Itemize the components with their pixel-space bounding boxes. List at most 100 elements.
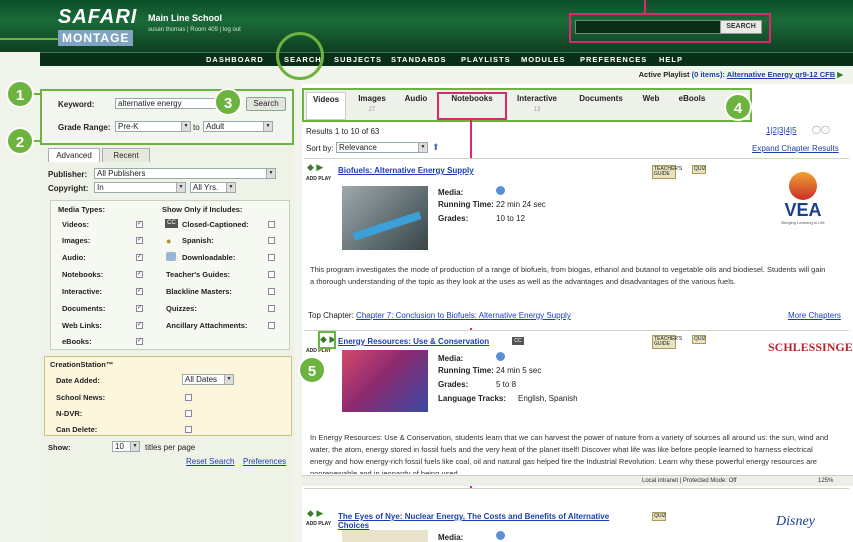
- filter-quizzes: Quizzes:: [166, 304, 197, 313]
- ndvr-checkbox[interactable]: [185, 410, 192, 417]
- media-tab-audio[interactable]: Audio: [398, 92, 434, 120]
- media-type-videos-checkbox[interactable]: ✓: [136, 221, 143, 228]
- logo-safari: SAFARI: [58, 6, 138, 28]
- chevron-down-icon: ▼: [176, 183, 185, 192]
- filter-quizzes-checkbox[interactable]: [268, 305, 275, 312]
- result-thumbnail[interactable]: [342, 530, 428, 542]
- result-title[interactable]: Energy Resources: Use & Conservation: [338, 337, 489, 346]
- keyword-label: Keyword:: [58, 100, 95, 109]
- cc-icon: CC: [512, 337, 524, 345]
- quiz-badge[interactable]: QUIZ: [692, 165, 706, 174]
- tab-advanced[interactable]: Advanced: [48, 148, 100, 162]
- filter-teachers-guides: Teacher's Guides:: [166, 270, 231, 279]
- pagination[interactable]: 1|2|3|4|5: [766, 126, 797, 135]
- filter-closed-captioned-checkbox[interactable]: [268, 221, 275, 228]
- sort-direction-icon[interactable]: ⬆: [432, 142, 440, 153]
- media-row: Media:: [438, 186, 505, 197]
- teachers-guide-badge[interactable]: TEACHER'S GUIDE: [652, 335, 682, 349]
- expand-chapters-link[interactable]: Expand Chapter Results: [752, 144, 839, 153]
- school-news-checkbox[interactable]: [185, 394, 192, 401]
- user-line[interactable]: susan thomas | Room 409 | log out: [148, 27, 241, 33]
- media-type-videos: Videos:: [62, 220, 89, 229]
- result-title[interactable]: The Eyes of Nye: Nuclear Energy, The Cos…: [338, 512, 638, 530]
- media-type-documents-checkbox[interactable]: ✓: [136, 305, 143, 312]
- vea-logo-text: VEA: [784, 200, 822, 220]
- quiz-badge[interactable]: QUIZ: [692, 335, 706, 344]
- quiz-badge[interactable]: QUIZ: [652, 512, 666, 521]
- chevron-down-icon: ▼: [263, 122, 272, 131]
- filter-ancillary: Ancillary Attachments:: [166, 321, 248, 330]
- vea-logo-mark: [789, 172, 817, 200]
- grade-from-select[interactable]: Pre-K ▼: [115, 121, 191, 132]
- nav-dashboard[interactable]: DASHBOARD: [206, 55, 264, 64]
- nav-subjects[interactable]: SUBJECTS: [334, 55, 382, 64]
- video-icon: [496, 531, 505, 540]
- media-tab-images[interactable]: Images 27: [352, 92, 392, 120]
- language-row: Language Tracks: English, Spanish: [438, 394, 578, 403]
- tab-recent[interactable]: Recent: [102, 148, 150, 162]
- filter-blackline-masters-checkbox[interactable]: [268, 288, 275, 295]
- closed-caption-icon: CC: [165, 219, 178, 228]
- result-thumbnail[interactable]: [342, 350, 428, 412]
- show-only-title: Show Only if Includes:: [162, 205, 243, 214]
- grades-row: Grades: 5 to 8: [438, 380, 517, 389]
- pagination-arrows-icon[interactable]: ◯◯: [812, 125, 830, 134]
- media-type-interactive-checkbox[interactable]: ✓: [136, 288, 143, 295]
- spanish-icon: ●: [166, 236, 172, 246]
- years-select[interactable]: All Yrs. ▼: [190, 182, 236, 193]
- media-tab-documents[interactable]: Documents: [572, 92, 630, 120]
- nav-playlists[interactable]: PLAYLISTS: [461, 55, 511, 64]
- teachers-guide-badge[interactable]: TEACHER'S GUIDE: [652, 165, 682, 179]
- nav-help[interactable]: HELP: [659, 55, 683, 64]
- preferences-link[interactable]: Preferences: [243, 457, 286, 466]
- filter-downloadable-checkbox[interactable]: [268, 254, 275, 261]
- result-thumbnail[interactable]: [342, 186, 428, 250]
- media-tab-videos[interactable]: Videos: [306, 92, 346, 120]
- nav-preferences[interactable]: PREFERENCES: [580, 55, 647, 64]
- search-button[interactable]: Search: [246, 97, 286, 111]
- sort-select[interactable]: Relevance ▼: [336, 142, 428, 153]
- filter-ancillary-checkbox[interactable]: [268, 322, 275, 329]
- media-tab-web[interactable]: Web: [636, 92, 666, 120]
- publisher-select[interactable]: All Publishers ▼: [94, 168, 276, 179]
- top-chapter-link[interactable]: Chapter 7: Conclusion to Biofuels: Alter…: [356, 311, 571, 320]
- add-play-icon[interactable]: ◆ ▶: [307, 508, 323, 519]
- copyright-select[interactable]: In ▼: [94, 182, 186, 193]
- copyright-label: Copyright:: [48, 184, 89, 193]
- grade-to-select[interactable]: Adult ▼: [203, 121, 273, 132]
- dates-select[interactable]: All Dates ▼: [182, 374, 234, 385]
- active-playlist-link[interactable]: Alternative Energy gr9-12 CFB: [727, 70, 835, 79]
- grade-range-label: Grade Range:: [58, 123, 111, 132]
- chevron-down-icon: ▼: [226, 183, 235, 192]
- media-tab-ebooks[interactable]: eBools: [672, 92, 712, 120]
- can-delete-checkbox[interactable]: [185, 426, 192, 433]
- media-type-images-checkbox[interactable]: ✓: [136, 237, 143, 244]
- nav-standards[interactable]: STANDARDS: [391, 55, 447, 64]
- play-arrow-icon[interactable]: ▶: [837, 70, 843, 79]
- add-play-icon[interactable]: ◆ ▶: [307, 162, 323, 173]
- media-type-notebooks-checkbox[interactable]: ✓: [136, 271, 143, 278]
- show-count-select[interactable]: 10 ▼: [112, 441, 140, 452]
- active-playlist: Active Playlist (0 items): Alternative E…: [638, 70, 843, 79]
- global-search-highlight: [569, 13, 771, 43]
- nav-modules[interactable]: MODULES: [521, 55, 566, 64]
- reset-search-link[interactable]: Reset Search: [186, 457, 234, 466]
- media-type-audio-checkbox[interactable]: ✓: [136, 254, 143, 261]
- media-tab-interactive[interactable]: Interactive 13: [508, 92, 566, 120]
- filter-spanish-checkbox[interactable]: [268, 237, 275, 244]
- annotation-line-header: [0, 38, 58, 40]
- video-icon: [496, 186, 505, 195]
- filter-teachers-guides-checkbox[interactable]: [268, 271, 275, 278]
- status-zoom[interactable]: 125%: [818, 478, 833, 484]
- media-type-ebooks-checkbox[interactable]: ✓: [136, 338, 143, 345]
- media-type-weblinks-checkbox[interactable]: ✓: [136, 322, 143, 329]
- media-types-title: Media Types:: [58, 205, 105, 214]
- filter-downloadable: Downloadable:: [182, 253, 236, 262]
- chevron-down-icon: ▼: [224, 375, 233, 384]
- result-title[interactable]: Biofuels: Alternative Energy Supply: [338, 166, 474, 175]
- publisher-label: Publisher:: [48, 170, 88, 179]
- add-play-highlight: [318, 331, 336, 349]
- keyword-input[interactable]: alternative energy: [115, 98, 227, 109]
- download-icon: [166, 252, 176, 261]
- more-chapters-link[interactable]: More Chapters: [788, 311, 841, 320]
